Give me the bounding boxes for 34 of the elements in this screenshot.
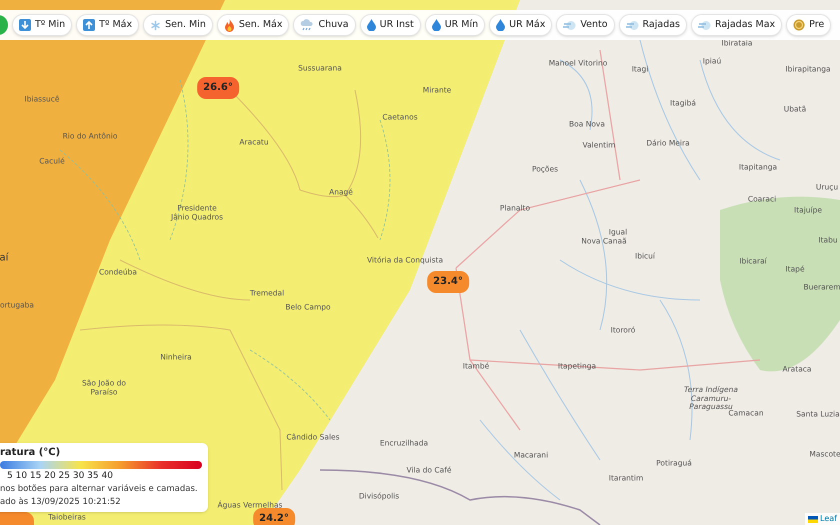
temperature-marker[interactable]: 26.6° xyxy=(197,77,239,99)
layer-button[interactable]: Chuva xyxy=(293,14,356,36)
wind-icon xyxy=(563,20,576,30)
coin-icon xyxy=(793,19,806,31)
flag-icon xyxy=(808,516,818,522)
layer-button[interactable]: Rajadas Max xyxy=(691,14,782,36)
layer-button[interactable]: Sen. Máx xyxy=(216,14,290,36)
flame-icon xyxy=(224,18,235,32)
temperature-marker[interactable]: 24.2° xyxy=(253,508,295,525)
up-arrow-icon xyxy=(83,19,96,31)
wind-icon xyxy=(626,20,639,30)
layer-button[interactable]: UR Inst xyxy=(360,14,421,36)
snowflake-icon xyxy=(150,20,162,30)
scale-labels: 5 10 15 20 25 30 35 40 xyxy=(6,471,114,482)
place-label: aí xyxy=(0,252,8,264)
layer-button[interactable]: Rajadas xyxy=(618,14,687,36)
layer-button[interactable]: Vento xyxy=(556,14,615,36)
legend-hint: nos botões para alternar variáveis e camadas. xyxy=(0,484,199,495)
down-arrow-icon xyxy=(19,19,31,31)
droplet-icon xyxy=(366,19,376,31)
wind-icon xyxy=(698,20,711,30)
layer-button[interactable]: Tº Min xyxy=(12,14,72,36)
temperature-marker[interactable]: 23.4° xyxy=(427,271,469,293)
droplet-icon xyxy=(432,19,441,31)
layer-button[interactable]: UR Mín xyxy=(424,14,486,36)
layer-button[interactable]: Sen. Min xyxy=(143,14,213,36)
update-time: ado às 13/09/2025 10:21:52 xyxy=(0,497,122,508)
droplet-icon xyxy=(496,19,506,31)
rain-cloud-icon xyxy=(300,19,314,31)
attribution-link[interactable]: Leaf xyxy=(820,514,837,524)
layer-button[interactable]: UR Máx xyxy=(489,14,552,36)
layer-button[interactable]: Tº Máx xyxy=(76,14,140,36)
layer-button[interactable]: Pre xyxy=(786,14,832,36)
legend-title: ratura (°C) xyxy=(0,447,62,459)
